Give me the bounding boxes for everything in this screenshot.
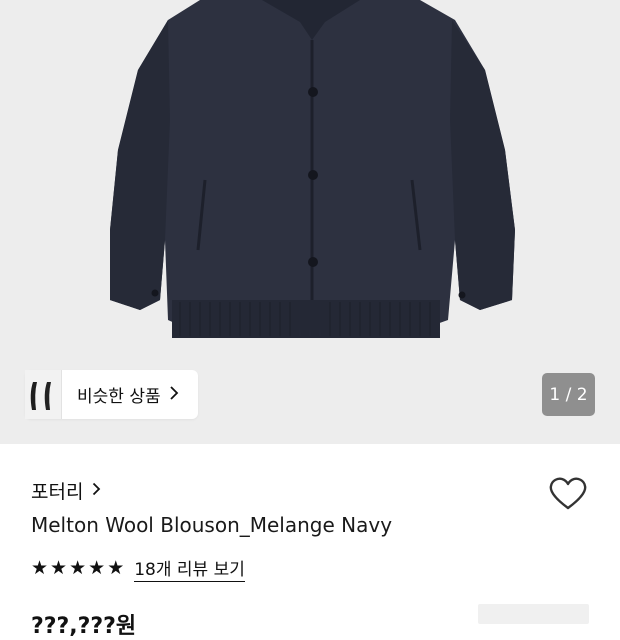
similar-thumbnails	[25, 370, 75, 419]
brand-name: 포터리	[31, 481, 84, 503]
product-image-gallery[interactable]: 비슷한 상품 1 / 2	[0, 0, 620, 444]
star-icon: ★	[107, 557, 125, 579]
star-icon: ★	[31, 557, 49, 579]
similar-products-button[interactable]: 비슷한 상품	[25, 370, 198, 419]
brand-link[interactable]: 포터리	[31, 477, 101, 504]
reviews-link[interactable]: 18개 리뷰 보기	[134, 555, 245, 582]
star-icon: ★	[88, 557, 106, 579]
coupon-button[interactable]	[478, 604, 589, 624]
chevron-right-icon	[169, 385, 179, 405]
similar-products-label: 비슷한 상품	[77, 387, 161, 407]
wishlist-button[interactable]	[549, 477, 587, 515]
star-rating: ★ ★ ★ ★ ★	[31, 559, 124, 578]
image-counter: 1 / 2	[542, 373, 595, 416]
thumbnail	[39, 370, 62, 419]
rating-row: ★ ★ ★ ★ ★ 18개 리뷰 보기	[31, 555, 245, 582]
heart-icon	[549, 477, 587, 510]
price: ???,???원	[31, 614, 137, 639]
product-title: Melton Wool Blouson_Melange Navy	[31, 513, 393, 537]
star-icon: ★	[50, 557, 68, 579]
chevron-right-icon	[92, 481, 101, 501]
star-icon: ★	[69, 557, 87, 579]
